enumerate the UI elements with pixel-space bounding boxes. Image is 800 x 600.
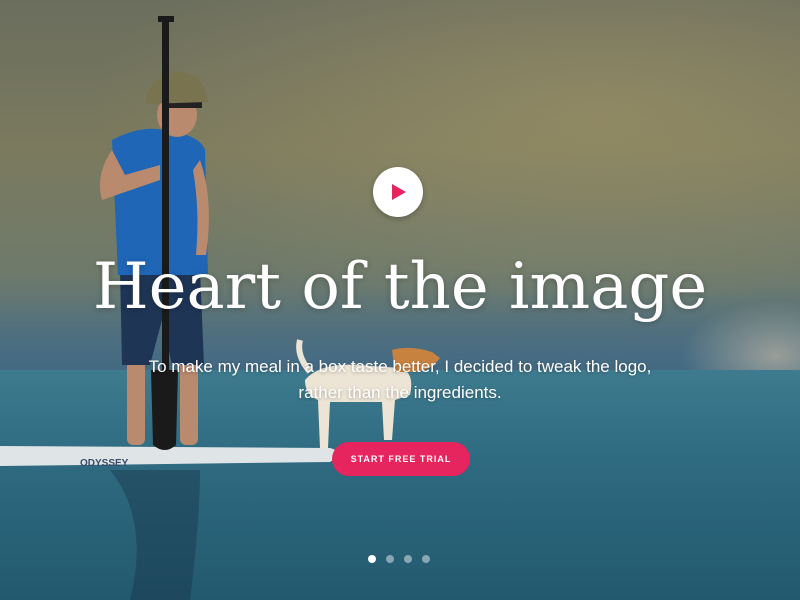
hero-subtitle-line-1: To make my meal in a box taste better, I… [148,357,652,376]
hero-headline: Heart of the image [92,250,708,324]
paddle-shaft [162,18,169,378]
carousel-dot-1[interactable] [368,555,376,563]
man-reflection [110,470,200,600]
play-video-button[interactable] [373,167,423,217]
carousel-dot-4[interactable] [422,555,430,563]
hero-section: ODYSSEY Heart of the image To make my me… [0,0,800,600]
play-icon [392,184,406,200]
carousel-dot-2[interactable] [386,555,394,563]
man-hat [145,72,208,104]
hero-subtitle-line-2: rather than the ingredients. [298,383,502,402]
board-brand-text: ODYSSEY [80,458,129,469]
paddle-handle [158,16,174,22]
start-free-trial-button[interactable]: START FREE TRIAL [332,442,470,476]
carousel-dot-3[interactable] [404,555,412,563]
carousel-pagination [368,555,432,565]
hero-subtitle: To make my meal in a box taste better, I… [130,354,670,406]
